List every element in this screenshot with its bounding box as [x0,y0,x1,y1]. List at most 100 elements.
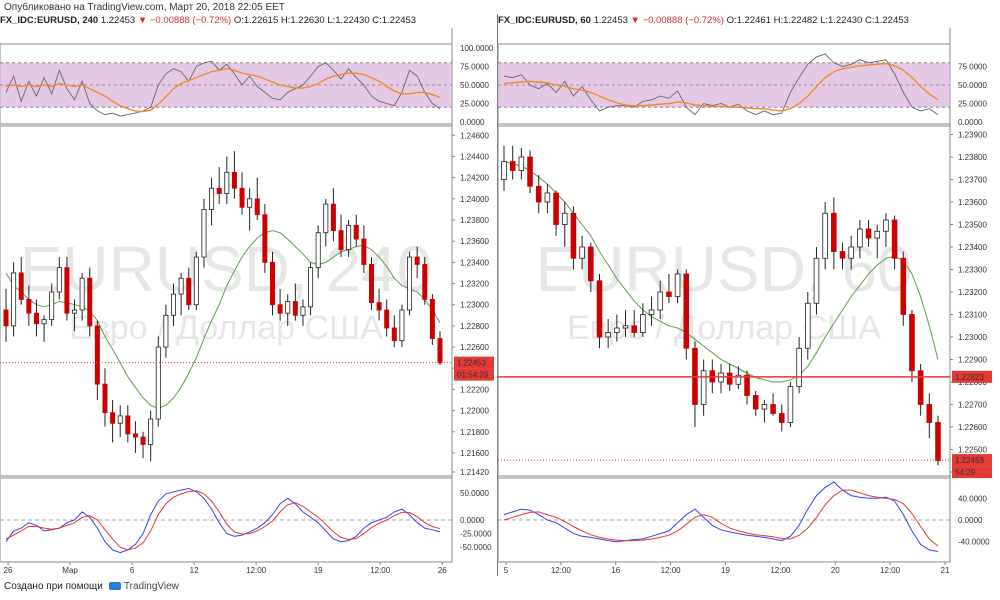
candle-body [437,338,443,364]
candle-body [87,277,93,327]
rsi-tick-label: 75.0000 [958,63,987,72]
candle-body [254,198,260,216]
time-tick-label: 12:00 [880,566,901,575]
candle-body [368,264,374,303]
candle [770,393,776,416]
candle-body [813,257,820,304]
candle-body [561,212,568,225]
candle [437,331,443,366]
candle-body [353,224,359,240]
candle-body [588,246,594,282]
change-label: ▼ −0.00888 (−0.72%) [137,15,232,26]
stoch-tick-label: 0.0000 [460,516,485,525]
candle [744,370,750,405]
candle-body [596,280,603,338]
candle-body [822,212,828,259]
candle-body [805,302,811,349]
candle-body [247,198,253,208]
time-tick-label: 5 [504,566,509,575]
candle-body [926,404,933,423]
stoch-tick-label: -25.0000 [460,530,492,539]
candle [527,150,533,193]
candle-body [64,267,70,314]
candle-body [407,256,413,311]
candle-body [917,370,924,405]
time-tick-label: 19 [721,566,730,575]
last-price-tag-label: 1.22453 [955,456,984,465]
candle-body [262,214,268,263]
level-tag-label: 1.22823 [955,373,984,382]
candle-body [614,327,620,333]
candle-body [744,374,750,396]
candle [239,172,245,215]
price-tick-label: 1.23800 [958,153,987,162]
candle-body [209,187,215,210]
price-tick-label: 1.23400 [958,243,987,252]
rsi-tick-label: 0.0000 [958,118,983,127]
change-label: ▼ −0.00888 (−0.72%) [630,15,724,26]
price-tick-label: 1.23800 [460,216,489,225]
candle [193,251,199,310]
candle-body [874,230,881,239]
chart-panel-60[interactable]: FX_IDC:EURUSD, 60 1.22453 ▼ −0.00888 (−0… [497,14,994,576]
price-tick-label: 1.23700 [958,176,987,185]
candle [247,188,253,231]
candle-body [300,306,306,316]
candle-body [796,347,802,387]
watermark-subtitle: Евро / Доллар США [69,309,383,347]
candle-body [125,415,131,435]
candle-body [3,309,9,327]
candle-body [178,277,184,295]
candle [909,310,915,382]
stoch-k-line [503,481,939,552]
published-caption: Опубликовано на TradingView.com, Март 20… [4,2,285,13]
chart-canvas-60[interactable]: 75.000050.000025.00000.0000EURUSD, 60Евр… [497,28,994,576]
candle [308,262,314,316]
candle-body [622,325,629,329]
candle [224,156,230,205]
time-tick-label: 21 [941,566,950,575]
time-tick-label: 12 [190,566,199,575]
stoch-tick-label: 40.0000 [958,494,987,503]
candle [535,175,542,214]
candle-body [909,314,915,372]
last-price-tag-label: 1.22453 [457,359,486,368]
candle [752,391,759,416]
candle [926,393,933,439]
candle [41,315,47,342]
candle-body [648,309,655,315]
chart-canvas-240[interactable]: 100.000075.000050.000025.00000.0000EURUS… [0,28,496,576]
candle-body [935,422,941,462]
price-tick-label: 1.22500 [958,446,987,455]
candle-body [277,304,283,314]
candle [209,177,215,226]
rsi-tick-label: 50.0000 [460,81,489,90]
candle-body [117,415,123,424]
candle [117,405,123,438]
time-tick-label: 26 [4,566,13,575]
rsi-tick-label: 75.0000 [460,63,489,72]
price-tick-label: 1.23200 [460,280,489,289]
chart-header: FX_IDC:EURUSD, 240 1.22453 ▼ −0.00888 (−… [0,14,496,28]
rsi-tick-label: 0.0000 [460,118,485,127]
rsi-tick-label: 100.0000 [460,44,494,53]
candle-body [110,412,116,424]
candle [422,257,428,305]
time-tick-label: 12:00 [661,566,682,575]
candle [102,368,108,427]
candle-body [422,264,428,300]
candle [700,359,707,416]
price-tick-label: 1.22800 [460,322,489,331]
time-tick-label: 12:00 [370,566,391,575]
candle [429,294,435,345]
candle-body [683,273,690,349]
candle [368,257,374,310]
candle [201,198,207,268]
price-tick-label: 1.23500 [958,221,987,230]
candle-body [883,219,889,232]
chart-panel-240[interactable]: FX_IDC:EURUSD, 240 1.22453 ▼ −0.00888 (−… [0,14,496,576]
candle [125,405,131,443]
price-tick-label: 1.23000 [460,301,489,310]
footer-brand[interactable]: TradingView [124,581,179,592]
candle [544,184,551,214]
